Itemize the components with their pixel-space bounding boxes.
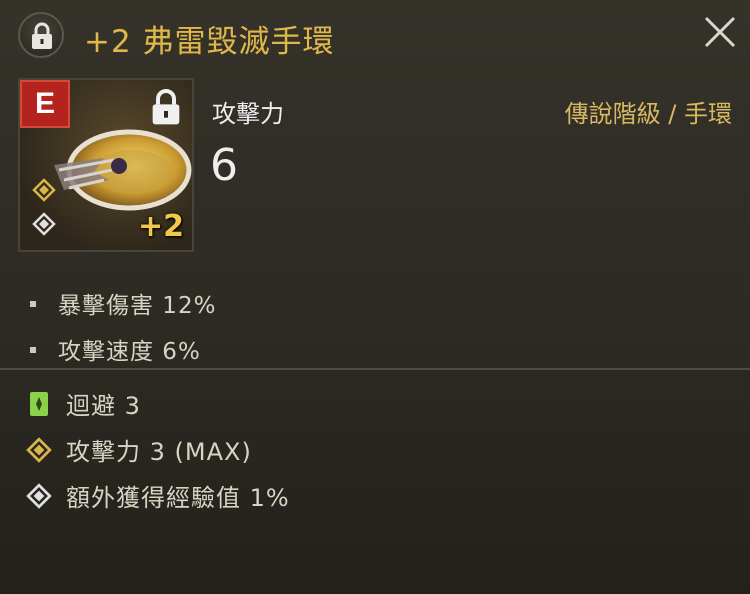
- silver-diamond-icon: [32, 212, 56, 236]
- substat-row: 暴擊傷害 12%: [30, 286, 216, 320]
- lock-toggle-button[interactable]: [18, 12, 64, 58]
- silver-diamond-icon: [26, 482, 52, 509]
- bullet-icon: [30, 300, 36, 307]
- extra-stat-label: 額外獲得經驗值 1%: [66, 484, 290, 512]
- substat-label: 攻擊速度 6%: [58, 339, 201, 365]
- gold-diamond-icon: [32, 178, 56, 202]
- enhance-level: +2: [137, 209, 184, 244]
- item-title: +2 弗雷毀滅手環: [84, 24, 335, 60]
- close-button[interactable]: [700, 12, 740, 52]
- extra-stat-row: 攻擊力 3 (MAX): [26, 432, 252, 467]
- grade-badge: E: [20, 80, 70, 128]
- bullet-icon: [30, 346, 36, 353]
- extra-stat-row: 額外獲得經驗值 1%: [26, 478, 290, 513]
- item-type: 傳說階級 / 手環: [564, 100, 732, 128]
- gold-diamond-icon: [26, 436, 52, 463]
- tooltip-header: +2 弗雷毀滅手環: [0, 0, 750, 72]
- close-icon: [704, 16, 736, 48]
- substat-label: 暴擊傷害 12%: [58, 293, 217, 319]
- main-stat-value: 6: [210, 140, 238, 191]
- lock-icon: [32, 22, 52, 49]
- extra-stat-row: 迴避 3: [26, 386, 141, 421]
- item-tooltip-panel: +2 弗雷毀滅手環 E +2 攻擊力 6 傳說階級 / 手環 暴擊傷害 12% …: [0, 0, 750, 594]
- substat-row: 攻擊速度 6%: [30, 332, 201, 366]
- extra-stat-label: 迴避 3: [66, 392, 141, 420]
- green-card-icon: [26, 391, 52, 417]
- divider: [0, 368, 750, 370]
- main-stat-label: 攻擊力: [212, 100, 284, 128]
- item-lock-icon[interactable]: [150, 88, 182, 126]
- extra-stat-label: 攻擊力 3 (MAX): [66, 438, 252, 466]
